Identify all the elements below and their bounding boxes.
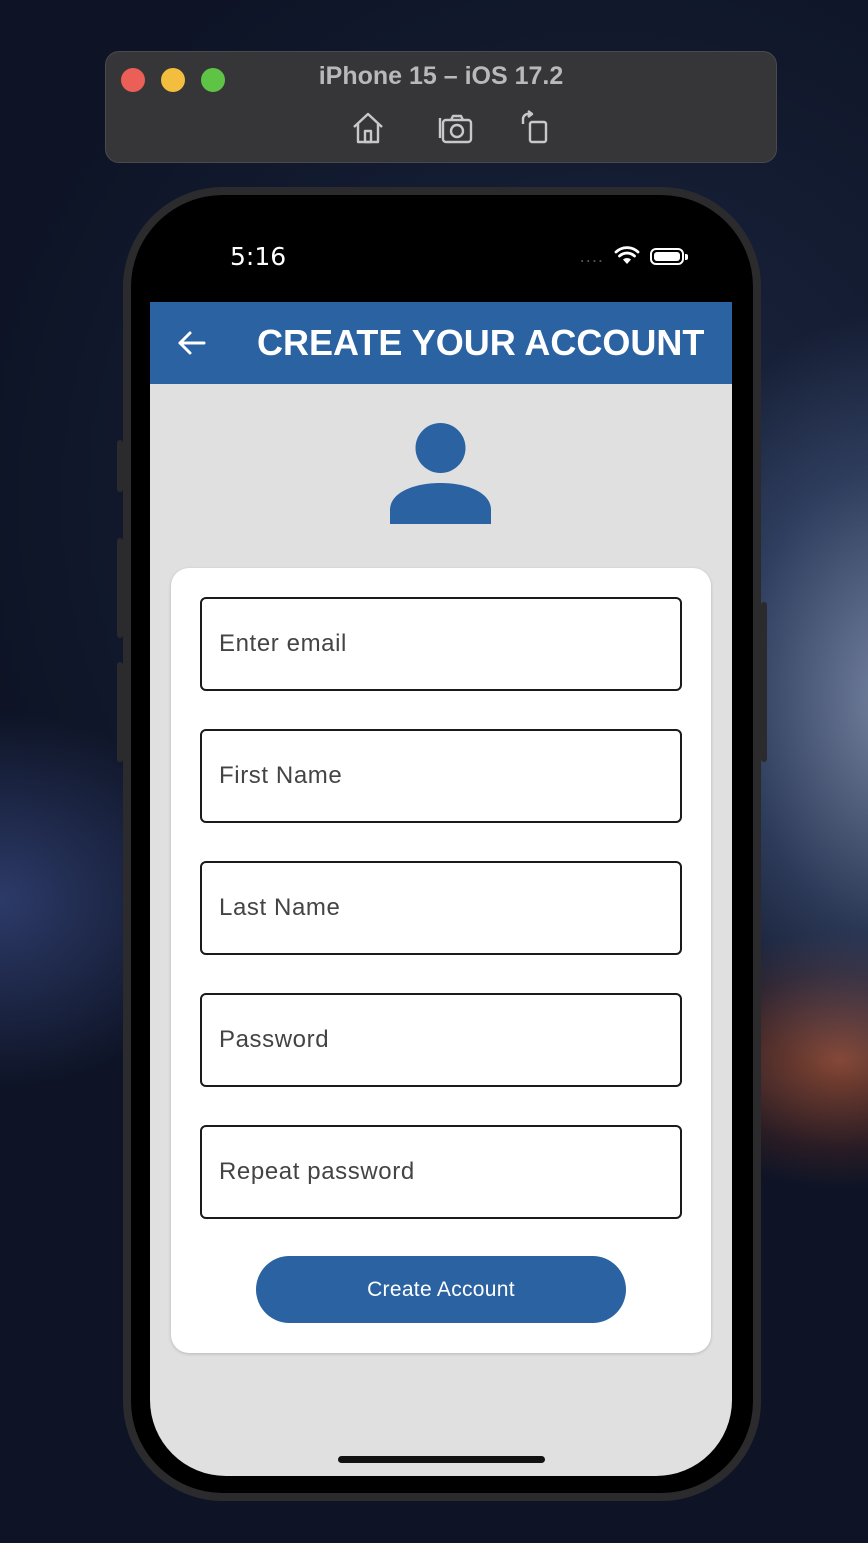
password-field[interactable]: [200, 993, 682, 1087]
simulator-toolbar: iPhone 15 – iOS 17.2: [105, 51, 777, 163]
create-account-button[interactable]: Create Account: [256, 1256, 626, 1323]
home-icon[interactable]: [350, 110, 386, 146]
screenshot-camera-icon[interactable]: [438, 110, 474, 146]
app-bar: CREATE YOUR ACCOUNT: [150, 302, 732, 384]
last-name-field[interactable]: [200, 861, 682, 955]
volume-down-button: [117, 662, 123, 762]
mute-switch: [117, 440, 123, 492]
person-icon: [390, 422, 491, 524]
phone-screen: 5:16 .... CREATE YOUR ACCOUNT Enter emai…: [150, 210, 732, 1476]
email-input[interactable]: [202, 599, 680, 689]
first-name-field[interactable]: [200, 729, 682, 823]
repeat-password-field[interactable]: [200, 1125, 682, 1219]
battery-icon: [650, 247, 688, 265]
power-button: [761, 602, 767, 762]
status-time: 5:16: [230, 242, 287, 271]
last-name-input[interactable]: [202, 863, 680, 953]
cellular-signal: ....: [579, 246, 604, 266]
email-field[interactable]: [200, 597, 682, 691]
app-content: CREATE YOUR ACCOUNT Creat: [150, 302, 732, 1476]
signup-card: Create Account: [171, 568, 711, 1353]
page-title: CREATE YOUR ACCOUNT: [257, 322, 705, 363]
rotate-icon[interactable]: [517, 110, 553, 146]
status-icons: ....: [579, 246, 688, 266]
first-name-input[interactable]: [202, 731, 680, 821]
repeat-password-input[interactable]: [202, 1127, 680, 1217]
volume-up-button: [117, 538, 123, 638]
back-arrow-icon[interactable]: [174, 325, 210, 361]
wifi-icon: [614, 246, 640, 264]
password-input[interactable]: [202, 995, 680, 1085]
home-indicator[interactable]: [338, 1456, 545, 1463]
simulator-title: iPhone 15 – iOS 17.2: [318, 62, 564, 90]
